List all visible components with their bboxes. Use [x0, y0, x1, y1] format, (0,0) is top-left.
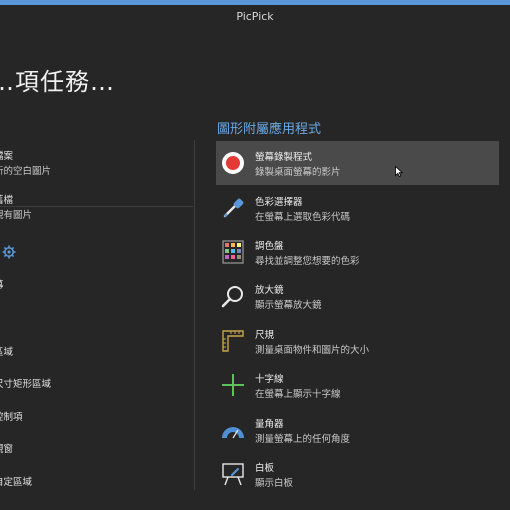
utility-name: 量角器 [255, 419, 284, 430]
utility-ruler[interactable]: 尺規 測量桌面物件和圖片的大小 [216, 319, 499, 363]
left-item-control[interactable]: 控制項 [0, 411, 23, 424]
ruler-icon [222, 330, 244, 352]
utility-desc: 錄製桌面螢幕的影片 [255, 167, 341, 178]
utility-color-palette[interactable]: 調色盤 尋找並調整您想要的色彩 [216, 230, 499, 274]
section-title-utilities: 圖形附屬應用程式 [217, 122, 322, 137]
utility-name: 放大鏡 [255, 285, 284, 296]
left-item-freehand[interactable]: 自定區域 [0, 476, 32, 489]
left-section-divider [0, 206, 193, 207]
left-item-capture-screen[interactable]: 幕 [0, 279, 4, 292]
palette-icon [222, 240, 244, 264]
left-item-fixed-region[interactable]: 尺寸矩形區域 [0, 378, 51, 391]
utility-name: 十字線 [255, 374, 284, 385]
left-item-open-file-desc: 現有圖片 [0, 210, 33, 221]
utility-screen-recorder[interactable]: 螢幕錄製程式 錄製桌面螢幕的影片 [216, 141, 499, 185]
utility-whiteboard[interactable]: 白板 顯示白板 [216, 452, 499, 496]
record-icon [222, 152, 244, 174]
utility-name: 色彩選擇器 [255, 197, 303, 208]
utility-color-picker[interactable]: 色彩選擇器 在螢幕上選取色彩代碼 [216, 186, 499, 230]
left-item-window[interactable]: 視窗 [0, 443, 13, 456]
utility-desc: 尋找並調整您想要的色彩 [255, 256, 360, 267]
gear-icon[interactable] [2, 245, 16, 259]
utility-name: 白板 [255, 463, 275, 474]
utility-protractor[interactable]: 量角器 測量螢幕上的任何角度 [216, 408, 499, 452]
left-item-capture-region[interactable]: 區域 [0, 346, 13, 359]
utility-name: 調色盤 [255, 241, 284, 252]
utility-name: 螢幕錄製程式 [255, 152, 313, 163]
left-item-open-file[interactable]: 舊檔 [0, 194, 13, 207]
page-heading: …項任務… [0, 68, 115, 96]
utility-magnifier[interactable]: 放大鏡 顯示螢幕放大鏡 [216, 274, 499, 318]
utility-desc: 在螢幕上選取色彩代碼 [255, 212, 351, 223]
whiteboard-icon [222, 463, 244, 486]
crosshair-icon [222, 374, 244, 396]
window-title: PicPick [236, 10, 274, 23]
utility-crosshair[interactable]: 十字線 在螢幕上顯示十字線 [216, 363, 499, 407]
utility-desc: 在螢幕上顯示十字線 [255, 389, 341, 400]
utility-desc: 顯示螢幕放大鏡 [255, 300, 322, 311]
utility-desc: 測量螢幕上的任何角度 [255, 434, 351, 445]
utility-desc: 測量桌面物件和圖片的大小 [255, 345, 370, 356]
magnifier-icon [221, 286, 243, 308]
left-item-new-file-desc: 新的空白圖片 [0, 166, 52, 177]
column-divider [194, 140, 195, 490]
utility-name: 尺規 [255, 330, 275, 341]
protractor-icon [222, 427, 244, 439]
window-top-accent-bar [0, 0, 510, 5]
left-item-new-file[interactable]: 檔案 [0, 150, 13, 163]
mouse-cursor-icon [395, 166, 403, 177]
utility-desc: 顯示白板 [255, 478, 294, 489]
eyedropper-icon [223, 198, 244, 218]
